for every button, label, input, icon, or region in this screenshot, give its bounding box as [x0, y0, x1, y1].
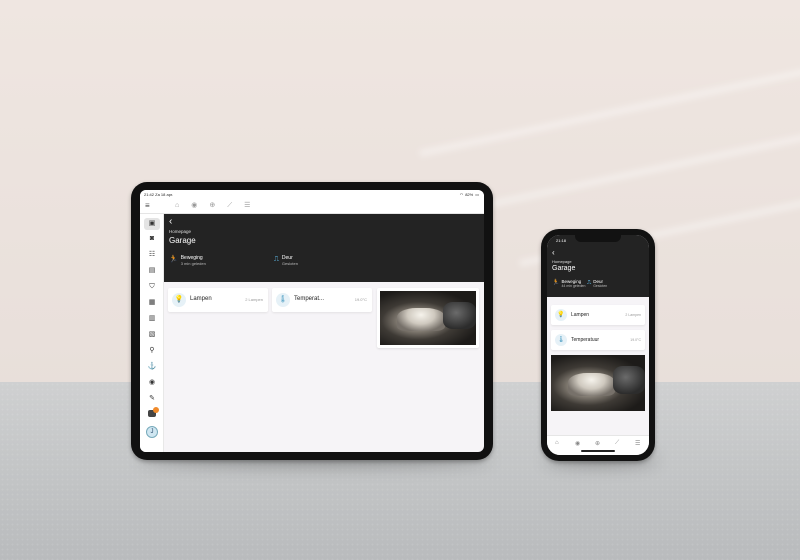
car-shape [613, 366, 645, 395]
battery-icon: ▭ [475, 192, 479, 197]
sensor-status: Gesloten [593, 284, 608, 288]
tablet-screen: 21:42 Za 18 apr. ◠ 82% ▭ ≡ ⌂ ◉ ⊕ ⟋ ☰ ▣ ◙… [140, 190, 484, 452]
page-title: Garage [552, 265, 576, 272]
menu-icon[interactable]: ≡ [145, 202, 153, 210]
lightbulb-icon: 💡 [555, 309, 567, 321]
phone-notch [575, 235, 621, 242]
car-shape [397, 308, 446, 331]
home-indicator [581, 450, 615, 452]
device-card-temperature[interactable]: 🌡 Temperat... 19.0°C [272, 288, 372, 312]
phone-area-header: 21:18 ‹ Homepage Garage 🏃 Beweging 44 mi… [547, 235, 649, 297]
device-card-lights[interactable]: 💡 Lampen 2 Lampen [551, 305, 645, 325]
tab-list-icon[interactable]: ☰ [635, 440, 640, 447]
camera-feed-image [380, 291, 476, 345]
phone-tab-bar: ⌂ ◉ ⊕ ⟋ ☰ [547, 435, 649, 455]
wifi-icon: ◠ [459, 192, 464, 197]
tab-chart-icon[interactable]: ⟋ [615, 440, 619, 447]
camera-card[interactable] [377, 288, 479, 348]
sensor-status: 3 min geleden [180, 261, 206, 266]
avatar[interactable]: J [146, 426, 158, 438]
thermometer-icon: 🌡 [276, 293, 290, 307]
card-value: 19.0°C [630, 338, 641, 342]
battery-percent: 82% [465, 192, 474, 197]
sensor-status: Gesloten [281, 261, 298, 266]
nav-camera-icon[interactable]: ◉ [191, 202, 197, 210]
back-icon[interactable]: ‹ [169, 216, 172, 227]
car-shape [567, 372, 615, 397]
sidebar-item-tools-icon[interactable]: ✎ [147, 394, 157, 404]
nav-add-icon[interactable]: ⊕ [209, 202, 215, 210]
door-icon: ⎍ [587, 280, 592, 286]
camera-feed-image [551, 355, 645, 411]
status-right: ◠ 82% ▭ [460, 192, 479, 197]
car-shape [443, 301, 476, 329]
sidebar-item-compass-icon[interactable]: ◉ [147, 378, 157, 388]
area-header: ‹ Homepage Garage 🏃 Beweging 3 min geled… [164, 214, 484, 282]
card-value: 2 Lampen [245, 297, 263, 302]
breadcrumb[interactable]: Homepage [169, 229, 191, 234]
status-time: 21:42 Za 18 apr. [144, 192, 174, 197]
sidebar-item-report-icon[interactable]: ▧ [147, 330, 157, 340]
back-icon[interactable]: ‹ [552, 248, 555, 257]
nav-chart-icon[interactable]: ⟋ [227, 202, 232, 210]
phone-device: 21:18 ‹ Homepage Garage 🏃 Beweging 44 mi… [541, 229, 655, 461]
card-name: Lampen [571, 312, 590, 318]
door-icon: ⎍ [274, 256, 279, 263]
sidebar-item-code-icon[interactable]: ⚓ [147, 362, 157, 372]
sidebar-item-picture-icon[interactable]: ▤ [147, 266, 157, 276]
tab-home-icon[interactable]: ⌂ [555, 440, 559, 446]
card-name: Lampen [190, 296, 212, 302]
sidebar-item-network-icon[interactable]: ⚲ [147, 346, 157, 356]
sensor-door[interactable]: ⎍ Deur Gesloten [587, 279, 607, 288]
status-bar: 21:42 Za 18 apr. ◠ 82% ▭ [140, 190, 484, 199]
top-bar: ≡ ⌂ ◉ ⊕ ⟋ ☰ [140, 199, 484, 214]
card-name: Temperat... [294, 296, 325, 302]
sensor-status: 44 min geleden [561, 284, 586, 288]
sensor-motion[interactable]: 🏃 Beweging 44 min geleden [552, 279, 585, 288]
tab-add-icon[interactable]: ⊕ [595, 440, 600, 447]
page-title: Garage [169, 236, 196, 245]
phone-status-time: 21:18 [556, 238, 567, 243]
thermometer-icon: 🌡 [555, 334, 567, 346]
top-nav: ⌂ ◉ ⊕ ⟋ ☰ [175, 202, 250, 210]
phone-screen: 21:18 ‹ Homepage Garage 🏃 Beweging 44 mi… [547, 235, 649, 455]
lightbulb-icon: 💡 [172, 293, 186, 307]
motion-icon: 🏃 [552, 280, 560, 286]
camera-card[interactable] [551, 355, 645, 411]
nav-list-icon[interactable]: ☰ [244, 202, 250, 210]
sidebar-item-person-icon[interactable]: ◙ [147, 234, 157, 244]
device-card-temperature[interactable]: 🌡 Temperatuur 19.0°C [551, 330, 645, 350]
sidebar-item-list-icon[interactable]: ☷ [147, 250, 157, 260]
sensor-motion[interactable]: 🏃 Beweging 3 min geleden [169, 255, 206, 266]
sidebar-item-document-icon[interactable]: ▥ [147, 314, 157, 324]
nav-home-icon[interactable]: ⌂ [175, 202, 179, 210]
sidebar-item-grid-icon[interactable]: ▦ [147, 298, 157, 308]
sidebar-item-shield-icon[interactable]: ⛉ [147, 282, 157, 292]
breadcrumb[interactable]: Homepage [552, 259, 572, 264]
card-value: 19.0°C [354, 297, 367, 302]
device-card-lights[interactable]: 💡 Lampen 2 Lampen [168, 288, 268, 312]
sidebar-item-overview-icon[interactable]: ▣ [144, 218, 160, 230]
card-name: Temperatuur [571, 337, 600, 343]
tablet-device: 21:42 Za 18 apr. ◠ 82% ▭ ≡ ⌂ ◉ ⊕ ⟋ ☰ ▣ ◙… [131, 182, 493, 460]
light-stripe [469, 130, 800, 212]
sidebar: ▣ ◙ ☷ ▤ ⛉ ▦ ▥ ▧ ⚲ ⚓ ◉ ✎ J [140, 214, 164, 452]
sensor-door[interactable]: ⎍ Deur Gesloten [274, 255, 298, 266]
card-value: 2 Lampen [625, 313, 641, 317]
motion-icon: 🏃 [169, 256, 178, 263]
tab-camera-icon[interactable]: ◉ [575, 440, 580, 447]
notification-badge [153, 407, 159, 413]
light-stripe [419, 66, 800, 157]
